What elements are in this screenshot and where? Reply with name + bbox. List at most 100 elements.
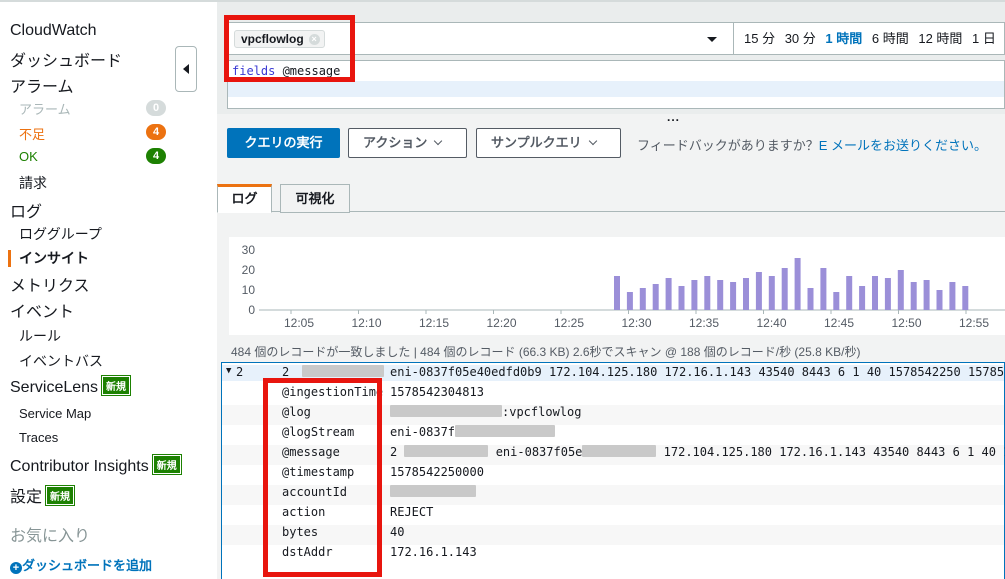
redacted-block: [302, 365, 384, 377]
time-option-30m[interactable]: 30 分: [785, 31, 816, 46]
alarm-count-badge: 0: [146, 100, 166, 116]
histogram-bar[interactable]: [872, 276, 878, 310]
tab-logs[interactable]: ログ: [217, 184, 272, 213]
editor-resize-handle[interactable]: ...: [667, 110, 680, 124]
sidebar-item-billing[interactable]: 請求: [19, 173, 47, 193]
field-value-text: eni-0837f: [390, 425, 456, 439]
sample-queries-button[interactable]: サンプルクエリ: [476, 128, 621, 158]
time-range-selector[interactable]: 15 分 30 分 1 時間 6 時間 12 時間 1 日: [733, 22, 1005, 55]
run-query-button[interactable]: クエリの実行: [227, 128, 340, 158]
histogram-bar[interactable]: [665, 278, 672, 310]
histogram-bar[interactable]: [743, 278, 749, 310]
histogram-bar[interactable]: [859, 286, 866, 310]
sidebar-item-insights[interactable]: インサイト: [19, 248, 89, 268]
time-option-12h[interactable]: 12 時間: [918, 31, 962, 46]
row-version: 2: [282, 365, 290, 379]
histogram-bar[interactable]: [962, 286, 969, 310]
feedback-text: フィードバックがありますか？E メールをお送りください。: [637, 135, 987, 154]
histogram-svg: 30 20 10 0 12:05 12:10 12:15 12:20 12:25 12:30 12:…: [242, 243, 1005, 330]
add-dashboard-label: ダッシュボードを追加: [22, 558, 153, 573]
field-value: [390, 485, 476, 499]
contributor-insights-label: Contributor Insights: [10, 458, 149, 475]
histogram-bar[interactable]: [936, 290, 943, 310]
histogram-bar[interactable]: [678, 286, 685, 310]
field-value: 172.16.1.143: [390, 545, 477, 559]
histogram-bar[interactable]: [794, 258, 801, 310]
caret-down-icon[interactable]: [707, 37, 717, 42]
sidebar-item-events[interactable]: イベント: [10, 298, 74, 322]
sidebar-item-dashboards[interactable]: ダッシュボード: [10, 47, 122, 71]
sidebar-item-alarm-state[interactable]: アラーム: [19, 99, 71, 118]
sidebar-item-log-groups[interactable]: ロググループ: [19, 224, 102, 244]
y-tick-label: 30: [242, 243, 256, 257]
sidebar-item-logs[interactable]: ログ: [10, 198, 42, 222]
sidebar-item-servicelens[interactable]: ServiceLens 新規: [10, 375, 132, 397]
y-tick-label: 20: [242, 263, 256, 277]
field-value: 1578542250000: [390, 465, 484, 479]
redacted-block: [390, 405, 502, 417]
caret-left-icon: [183, 64, 189, 74]
redacted-block: [390, 485, 476, 497]
sidebar-item-ok[interactable]: OK: [19, 149, 38, 164]
time-option-1h[interactable]: 1 時間: [825, 31, 862, 46]
histogram-bar[interactable]: [949, 282, 956, 310]
x-tick-label: 12:05: [284, 316, 314, 330]
tab-visualization[interactable]: 可視化: [280, 184, 350, 213]
histogram-bar[interactable]: [614, 276, 620, 310]
sidebar-item-service-map[interactable]: Service Map: [19, 406, 91, 421]
sidebar-item-event-buses[interactable]: イベントバス: [19, 351, 103, 371]
x-tick-label: 12:20: [486, 316, 516, 330]
time-option-6h[interactable]: 6 時間: [872, 31, 909, 46]
histogram-bar[interactable]: [820, 268, 827, 310]
feedback-email-link[interactable]: E メールをお送りください。: [819, 138, 987, 153]
sidebar-item-insufficient[interactable]: 不足: [19, 124, 45, 143]
histogram-bar[interactable]: [626, 292, 633, 310]
redacted-block: [404, 445, 489, 457]
histogram-bar[interactable]: [807, 288, 814, 310]
histogram-bar[interactable]: [833, 292, 840, 310]
row-index: 2: [236, 365, 244, 379]
time-option-15m[interactable]: 15 分: [744, 31, 775, 46]
x-tick-label: 12:25: [554, 316, 584, 330]
collapse-sidebar-button[interactable]: [175, 46, 197, 92]
new-badge: 新規: [101, 375, 132, 396]
x-tick-label: 12:45: [824, 316, 854, 330]
histogram-bar[interactable]: [897, 270, 904, 310]
sidebar-item-cloudwatch[interactable]: CloudWatch: [10, 22, 97, 40]
plus-circle-icon: +: [10, 562, 22, 574]
x-tick-label: 12:55: [959, 316, 989, 330]
caret-down-icon[interactable]: ▼: [226, 366, 231, 376]
histogram-bar[interactable]: [704, 276, 711, 310]
x-tick-label: 12:50: [891, 316, 921, 330]
histogram-bar[interactable]: [717, 280, 724, 310]
sidebar-item-settings[interactable]: 設定 新規: [10, 483, 76, 507]
field-value: 40: [390, 525, 405, 539]
sidebar-item-alarms[interactable]: アラーム: [10, 73, 74, 97]
field-value: REJECT: [390, 505, 434, 519]
histogram-bar[interactable]: [730, 282, 737, 310]
histogram-bar[interactable]: [884, 278, 891, 310]
time-option-1d[interactable]: 1 日: [972, 31, 996, 46]
add-dashboard-link[interactable]: + ダッシュボードを追加: [10, 555, 152, 574]
histogram-bar[interactable]: [768, 276, 775, 310]
actions-button[interactable]: アクション: [348, 128, 467, 158]
sidebar-item-contributor-insights[interactable]: Contributor Insights 新規: [10, 454, 182, 476]
feedback-question: フィードバックがありますか？: [637, 138, 819, 153]
sidebar-item-traces[interactable]: Traces: [19, 430, 58, 445]
histogram-bar[interactable]: [923, 280, 930, 310]
histogram-bar[interactable]: [781, 268, 788, 310]
histogram-bar[interactable]: [691, 280, 698, 310]
sidebar: CloudWatch ダッシュボード アラーム アラーム 0 不足 4 OK 4…: [0, 2, 184, 579]
active-indicator: [8, 250, 11, 267]
insufficient-count-badge: 4: [146, 124, 166, 140]
sidebar-item-metrics[interactable]: メトリクス: [10, 272, 90, 296]
histogram-bar[interactable]: [639, 288, 646, 310]
field-value: 2 eni-0837f05e 172.104.125.180 172.16.1.…: [390, 445, 1005, 459]
histogram-bar[interactable]: [755, 272, 762, 310]
field-value: :vpcflowlog: [390, 405, 581, 419]
histogram-bar[interactable]: [652, 284, 659, 310]
sidebar-item-rules[interactable]: ルール: [19, 326, 61, 346]
row-summary: eni-0837f05e40edfd0b9 172.104.125.180 17…: [390, 365, 1004, 379]
histogram-bar[interactable]: [846, 276, 853, 310]
histogram-bar[interactable]: [910, 282, 917, 310]
